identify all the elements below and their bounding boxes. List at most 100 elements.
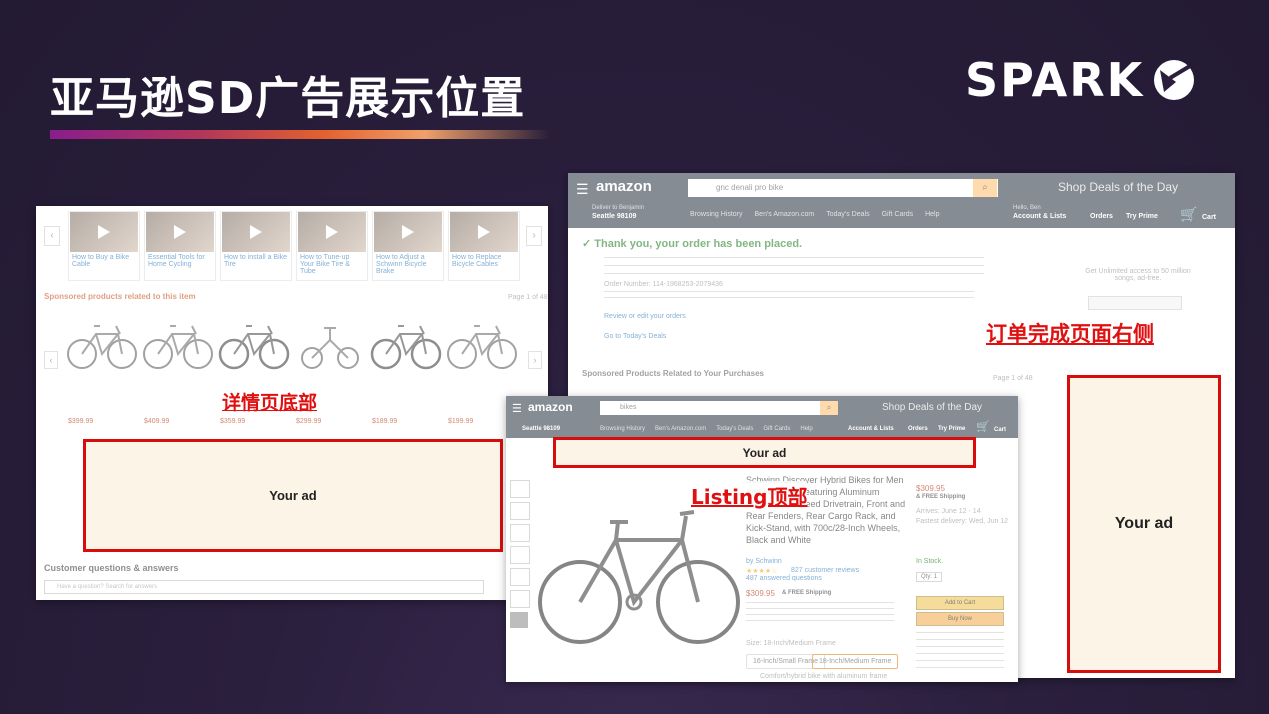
account-lists[interactable]: Account & Lists xyxy=(848,426,894,432)
cart-icon[interactable]: 🛒 xyxy=(1180,206,1197,223)
order-item-lines xyxy=(604,291,974,303)
sponsored-heading: Sponsored products related to this item xyxy=(44,292,196,301)
seller-info xyxy=(916,632,1004,672)
search-button[interactable]: ⌕ xyxy=(820,401,838,415)
bike-image[interactable] xyxy=(294,318,366,374)
cart-icon[interactable]: 🛒 xyxy=(976,420,990,433)
video-thumbnail[interactable] xyxy=(510,612,528,628)
reviews-link[interactable]: 827 customer reviews xyxy=(791,567,859,574)
spark-logo: SPARK xyxy=(965,50,1215,110)
spark-logo-icon xyxy=(1154,60,1195,100)
bike-image[interactable] xyxy=(66,314,138,374)
ad-placeholder-text: Your ad xyxy=(269,488,317,503)
menu-icon[interactable]: ☰ xyxy=(512,402,522,415)
cart-label[interactable]: Cart xyxy=(994,427,1006,433)
nav-item[interactable]: Ben's Amazon.com xyxy=(655,426,706,432)
amazon-header: ☰ amazon gnc denali pro bike ⌕ Shop Deal… xyxy=(568,173,1235,228)
video-thumbnail xyxy=(374,212,442,252)
deliver-city[interactable]: Seattle 98109 xyxy=(522,426,560,432)
thumbnail[interactable] xyxy=(510,524,530,542)
video-thumbnail xyxy=(222,212,290,252)
video-title: Essential Tools for Home Cycling xyxy=(148,254,205,268)
try-prime-link[interactable]: Try Prime xyxy=(1126,213,1158,220)
free-shipping: & FREE Shipping xyxy=(782,590,832,596)
feature-bullet: Comfort/hybrid bike with aluminum frame xyxy=(760,673,888,680)
star-rating[interactable]: ★★★★☆ xyxy=(746,567,777,575)
video-title: How to Buy a Bike Cable xyxy=(72,254,130,268)
promo-text[interactable]: Shop Deals of the Day xyxy=(882,402,982,413)
search-input[interactable]: gnc denali pro bike xyxy=(688,179,998,197)
amazon-logo[interactable]: amazon xyxy=(528,400,573,414)
detail-page-ad-slot[interactable]: Your ad xyxy=(83,439,503,552)
search-button[interactable]: ⌕ xyxy=(973,179,997,197)
orders-link[interactable]: Orders xyxy=(908,426,928,432)
video-card[interactable]: How to Tune-up Your Bike Tire & Tube xyxy=(296,211,368,281)
confirmation-message: ✓ Thank you, your order has been placed. xyxy=(582,238,803,250)
listing-top-label: Listing顶部 xyxy=(691,481,808,510)
price: $309.95 xyxy=(746,589,775,598)
answered-questions[interactable]: 487 answered questions xyxy=(746,575,822,582)
video-card[interactable]: How to Adjust a Schwinn Bicycle Brake xyxy=(372,211,444,281)
deliver-to[interactable]: Deliver to Benjamin xyxy=(592,205,644,211)
video-card[interactable]: How to install a Bike Tire xyxy=(220,211,292,281)
confirmation-details xyxy=(604,257,984,277)
thumbnail[interactable] xyxy=(510,568,530,586)
deliver-city[interactable]: Seattle 98109 xyxy=(592,213,636,220)
bike-image[interactable] xyxy=(446,314,518,374)
product-price: $409.99 xyxy=(144,418,170,425)
cart-label[interactable]: Cart xyxy=(1202,214,1216,221)
thumbnail[interactable] xyxy=(510,590,530,608)
video-title: How to Replace Bicycle Cables xyxy=(452,254,502,268)
carousel-right-arrow[interactable]: › xyxy=(526,226,542,246)
add-to-cart-button[interactable]: Add to Cart xyxy=(916,596,1004,610)
carousel-left-arrow[interactable]: ‹ xyxy=(44,226,60,246)
promo-text[interactable]: Shop Deals of the Day xyxy=(1058,180,1178,194)
nav-item[interactable]: Gift Cards xyxy=(763,426,790,432)
account-lists[interactable]: Account & Lists xyxy=(1013,213,1066,220)
qa-search-placeholder: Have a question? Search for answers xyxy=(57,584,158,590)
amazon-logo[interactable]: amazon xyxy=(596,178,652,195)
qa-search-input[interactable]: Have a question? Search for answers xyxy=(44,580,484,594)
brand-byline[interactable]: by Schwinn xyxy=(746,558,782,565)
thumbnail[interactable] xyxy=(510,546,530,564)
review-orders-link[interactable]: Review or edit your orders xyxy=(604,313,686,320)
nav-item[interactable]: Help xyxy=(800,426,812,432)
nav-item[interactable]: Today's Deals xyxy=(716,426,753,432)
try-prime-link[interactable]: Try Prime xyxy=(938,426,965,432)
nav-item[interactable]: Help xyxy=(925,211,939,218)
thumbnail[interactable] xyxy=(510,480,530,498)
listing-top-ad-slot[interactable]: Your ad xyxy=(553,437,976,468)
video-title: How to Tune-up Your Bike Tire & Tube xyxy=(300,254,350,275)
bike-image[interactable] xyxy=(142,314,214,374)
product-main-image[interactable] xyxy=(534,492,742,660)
quantity-select[interactable]: Qty: 1 xyxy=(916,572,943,582)
menu-icon[interactable]: ☰ xyxy=(576,181,589,198)
size-option-selected[interactable]: 18-Inch/Medium Frame xyxy=(812,654,899,669)
nav-item[interactable]: Browsing History xyxy=(690,211,743,218)
bike-image[interactable] xyxy=(370,314,442,374)
nav-item[interactable]: Gift Cards xyxy=(882,211,914,218)
buy-now-button[interactable]: Buy Now xyxy=(916,612,1004,626)
orders-link[interactable]: Orders xyxy=(1090,213,1113,220)
nav-item[interactable]: Browsing History xyxy=(600,426,645,432)
promo-button[interactable] xyxy=(1088,296,1182,310)
arrival-date: Arrives: June 12 - 14 xyxy=(916,508,981,515)
todays-deals-link[interactable]: Go to Today's Deals xyxy=(604,333,666,340)
carousel-right-arrow[interactable]: › xyxy=(528,351,542,369)
thumbnail[interactable] xyxy=(510,502,530,520)
video-card[interactable]: Essential Tools for Home Cycling xyxy=(144,211,216,281)
detail-bottom-label: 详情页底部 xyxy=(222,392,318,414)
order-page-ad-slot[interactable]: Your ad xyxy=(1067,375,1221,673)
nav-item[interactable]: Today's Deals xyxy=(826,211,869,218)
title-underline xyxy=(50,130,550,139)
search-input[interactable]: bikes xyxy=(600,401,836,415)
product-price: $299.99 xyxy=(296,418,322,425)
bike-image[interactable] xyxy=(218,314,290,374)
carousel-left-arrow[interactable]: ‹ xyxy=(44,351,58,369)
video-card[interactable]: How to Buy a Bike Cable xyxy=(68,211,140,281)
order-number: Order Number: 114-1968253-2079436 xyxy=(604,281,723,288)
related-page-count: Page 1 of 48 xyxy=(993,375,1033,382)
nav-item[interactable]: Ben's Amazon.com xyxy=(755,211,815,218)
video-title: How to Adjust a Schwinn Bicycle Brake xyxy=(376,254,427,275)
video-card[interactable]: How to Replace Bicycle Cables xyxy=(448,211,520,281)
